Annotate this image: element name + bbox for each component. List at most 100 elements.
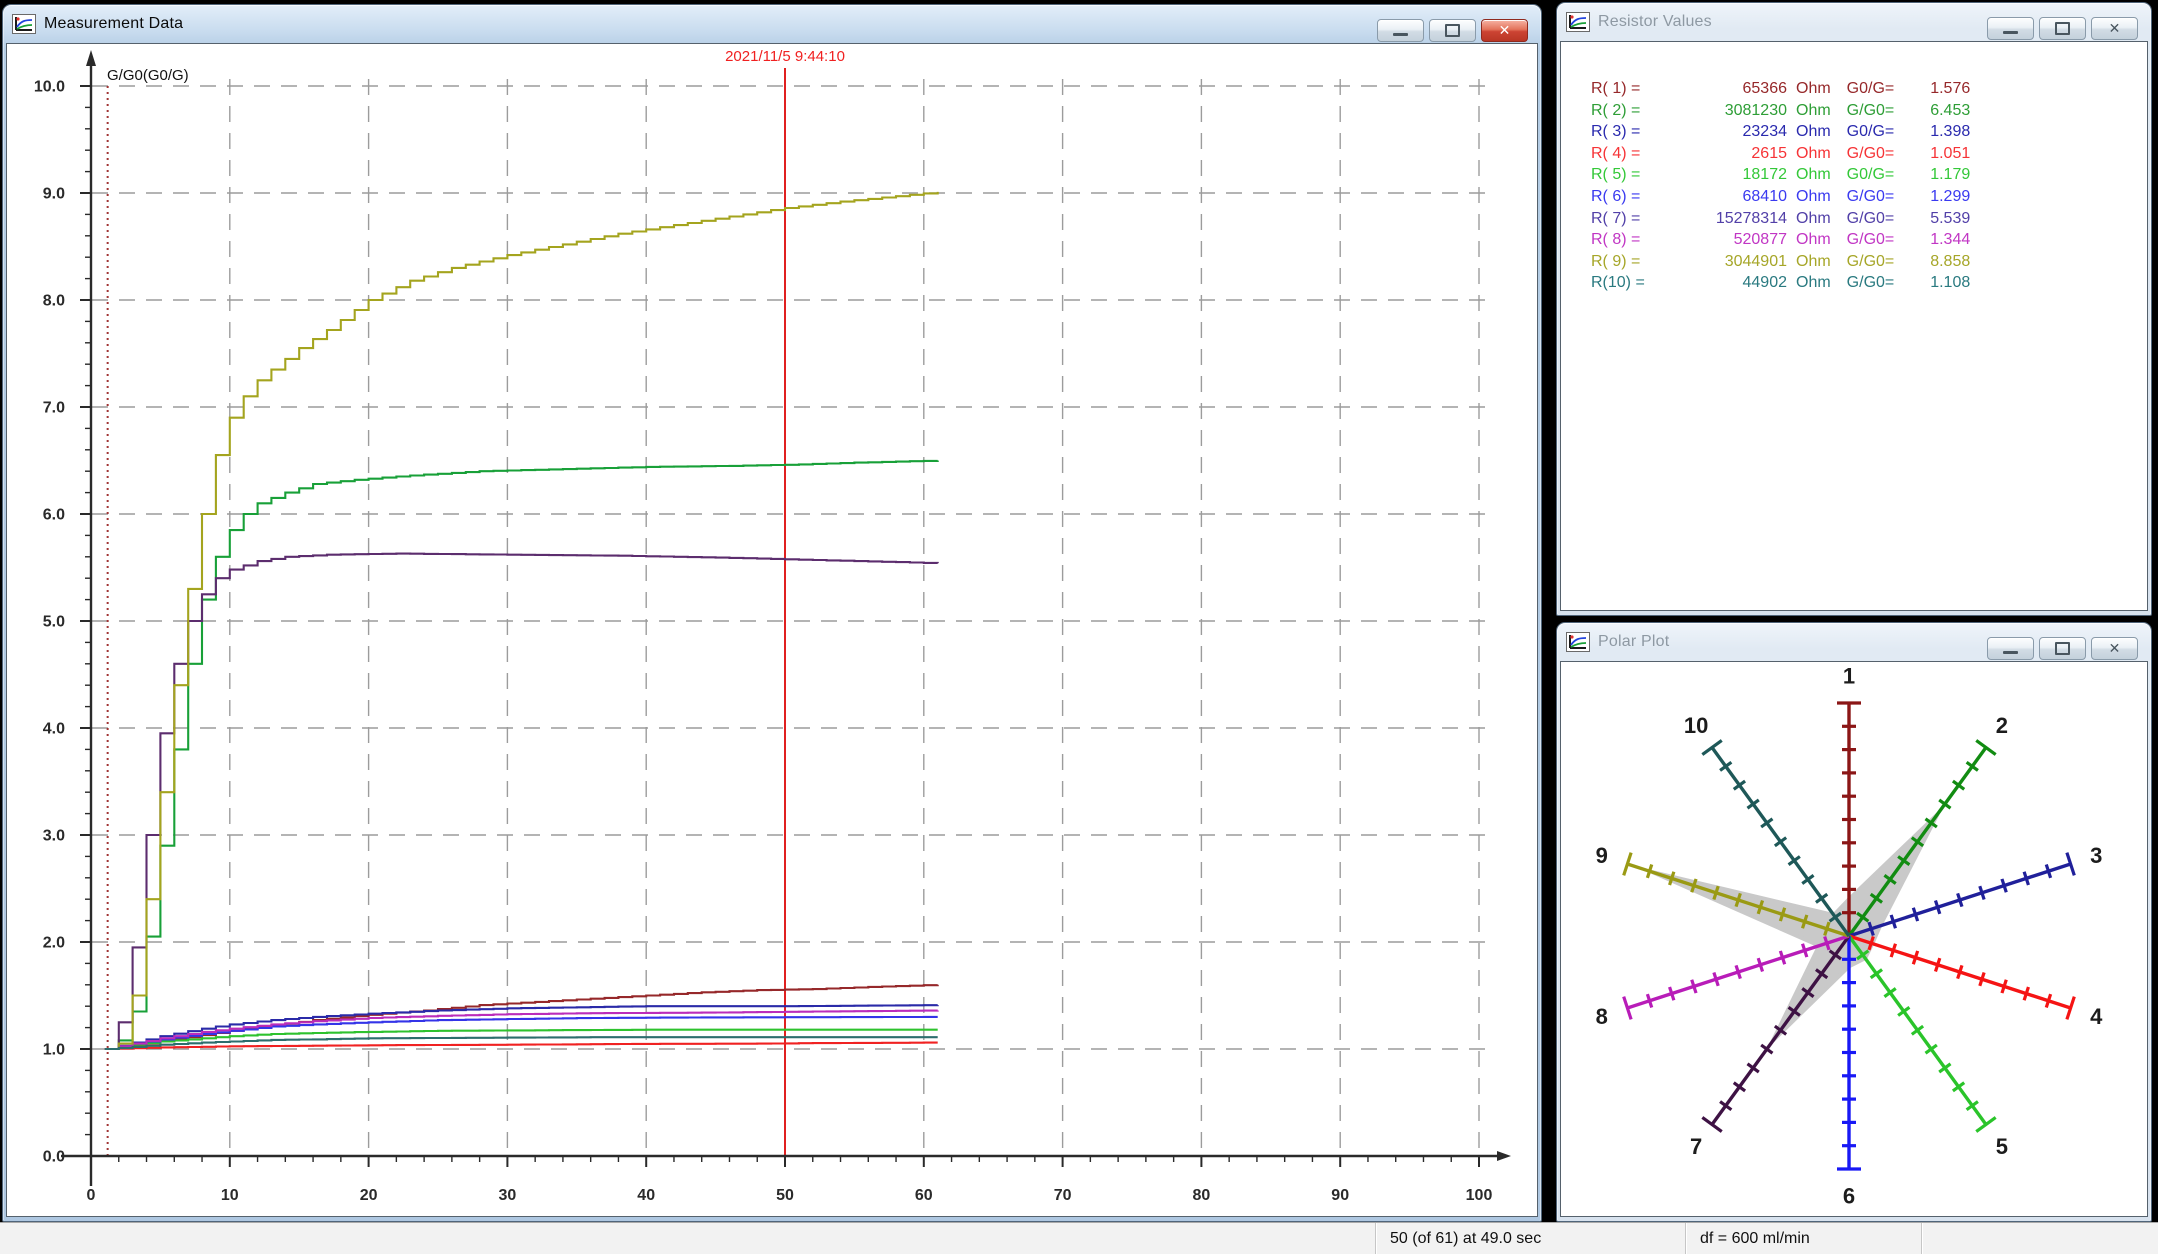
status-sample-position: 50 (of 61) at 49.0 sec [1376,1223,1686,1254]
minimize-button[interactable] [1377,19,1424,42]
status-flow-rate: df = 600 ml/min [1686,1223,1922,1254]
resistor-name: R( 5) = [1591,164,1669,186]
resistor-rval: 6.453 [1894,100,1970,122]
measurement-data-window: Measurement Data 2021/11/5 9:44:10 0.0 1.0… [2,4,1542,1222]
maximize-button[interactable] [2039,637,2086,660]
minimize-icon [1393,33,1408,36]
svg-text:3.0: 3.0 [43,828,65,845]
maximize-button[interactable] [1429,19,1476,42]
resistor-rval: 1.051 [1894,143,1970,165]
resistor-val: 44902 [1669,272,1787,294]
resistor-rlabel: G0/G= [1847,164,1895,186]
resistor-row: R( 6) =68410OhmG/G0=1.299 [1591,186,2147,208]
measurement-chart[interactable]: 2021/11/5 9:44:100.01.02.03.04.05.06.07.… [7,44,1539,1218]
maximize-icon [2055,22,2070,35]
polar-axis-label: 4 [2090,1004,2103,1029]
polar-axis-label: 7 [1690,1134,1702,1159]
polar-titlebar[interactable]: Polar Plot [1557,623,2151,661]
maximize-button[interactable] [2039,17,2086,40]
resistor-val: 23234 [1669,121,1787,143]
chart-app-icon [12,14,36,34]
resistor-list: R( 1) =65366OhmG0/G=1.576R( 2) =3081230O… [1561,42,2147,294]
minimize-icon [2003,651,2018,654]
svg-text:7.0: 7.0 [43,400,65,417]
resistor-row: R( 1) =65366OhmG0/G=1.576 [1591,78,2147,100]
resistor-name: R( 2) = [1591,100,1669,122]
svg-text:0.0: 0.0 [43,1149,65,1166]
resistor-row: R( 2) =3081230OhmG/G0=6.453 [1591,100,2147,122]
status-segment-empty [1922,1223,2158,1254]
maximize-icon [1445,24,1460,37]
resistor-row: R( 7) =15278314OhmG/G0=5.539 [1591,208,2147,230]
polar-axis-label: 9 [1596,843,1608,868]
resistor-rlabel: G/G0= [1847,100,1895,122]
svg-text:1.0: 1.0 [43,1042,65,1059]
svg-text:0: 0 [87,1187,96,1204]
resistor-titlebar[interactable]: Resistor Values [1557,3,2151,41]
resistor-rval: 1.299 [1894,186,1970,208]
close-icon [1499,22,1511,40]
resistor-rval: 1.576 [1894,78,1970,100]
resistor-rval: 1.179 [1894,164,1970,186]
resistor-val: 2615 [1669,143,1787,165]
svg-text:20: 20 [360,1187,378,1204]
svg-text:9.0: 9.0 [43,186,65,203]
close-button[interactable] [1481,19,1528,42]
svg-text:2021/11/5 9:44:10: 2021/11/5 9:44:10 [725,48,845,65]
resistor-name: R( 8) = [1591,229,1669,251]
chart-app-icon [1566,632,1590,652]
resistor-name: R( 4) = [1591,143,1669,165]
svg-text:6.0: 6.0 [43,507,65,524]
resistor-rlabel: G/G0= [1847,186,1895,208]
minimize-icon [2003,31,2018,34]
resistor-unit: Ohm [1796,100,1831,122]
minimize-button[interactable] [1987,17,2034,40]
measurement-titlebar[interactable]: Measurement Data [3,5,1541,43]
resistor-rlabel: G/G0= [1847,229,1895,251]
resistor-name: R(10) = [1591,272,1669,294]
resistor-rlabel: G/G0= [1847,208,1895,230]
close-icon [2109,640,2121,658]
polar-axis-label: 5 [1996,1134,2008,1159]
resistor-name: R( 1) = [1591,78,1669,100]
svg-text:5.0: 5.0 [43,614,65,631]
chart-app-icon [1566,12,1590,32]
measurement-chart-area: 2021/11/5 9:44:100.01.02.03.04.05.06.07.… [6,43,1538,1217]
polar-axis-label: 10 [1684,713,1708,738]
resistor-values-area: R( 1) =65366OhmG0/G=1.576R( 2) =3081230O… [1560,41,2148,611]
resistor-row: R( 9) =3044901OhmG/G0=8.858 [1591,251,2147,273]
svg-text:40: 40 [637,1187,655,1204]
svg-text:10.0: 10.0 [34,79,65,96]
svg-text:50: 50 [776,1187,794,1204]
window-title: Resistor Values [1598,13,1712,31]
polar-axis-label: 2 [1996,713,2008,738]
close-icon [2109,20,2121,38]
resistor-rlabel: G0/G= [1847,121,1895,143]
status-bar: 50 (of 61) at 49.0 sec df = 600 ml/min [0,1222,2158,1254]
series-R4 [105,1043,938,1049]
resistor-unit: Ohm [1796,143,1831,165]
close-button[interactable] [2091,637,2138,660]
resistor-unit: Ohm [1796,272,1831,294]
resistor-unit: Ohm [1796,164,1831,186]
svg-text:8.0: 8.0 [43,293,65,310]
resistor-unit: Ohm [1796,208,1831,230]
resistor-rval: 1.344 [1894,229,1970,251]
polar-plot-window: Polar Plot 12345678910 [1556,622,2152,1222]
resistor-val: 18172 [1669,164,1787,186]
polar-chart: 12345678910 [1561,662,2147,1218]
resistor-rlabel: G/G0= [1847,251,1895,273]
resistor-rval: 8.858 [1894,251,1970,273]
close-button[interactable] [2091,17,2138,40]
resistor-name: R( 3) = [1591,121,1669,143]
resistor-rval: 1.108 [1894,272,1970,294]
resistor-row: R( 3) =23234OhmG0/G=1.398 [1591,121,2147,143]
resistor-name: R( 7) = [1591,208,1669,230]
svg-text:2.0: 2.0 [43,935,65,952]
minimize-button[interactable] [1987,637,2034,660]
svg-text:10: 10 [221,1187,239,1204]
svg-text:G/G0(G0/G): G/G0(G0/G) [107,67,189,84]
maximize-icon [2055,642,2070,655]
resistor-name: R( 6) = [1591,186,1669,208]
polar-axis-label: 6 [1843,1184,1855,1209]
